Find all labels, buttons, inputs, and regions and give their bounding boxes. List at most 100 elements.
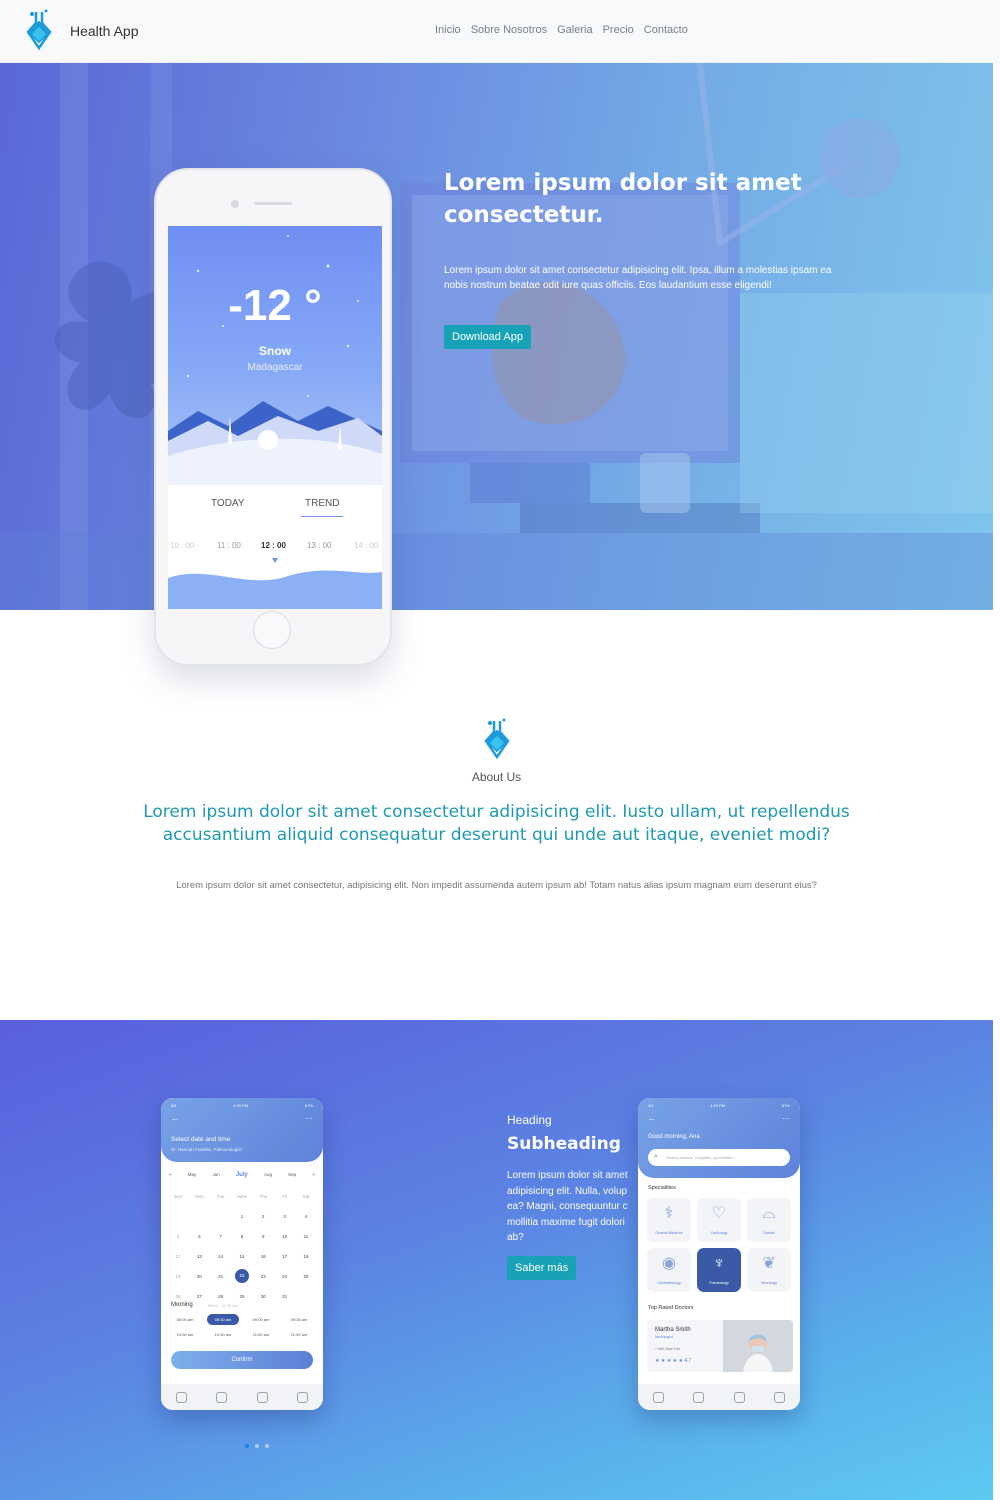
search-input[interactable]: ⌕ Search doctors, hospitals, specialitie… — [648, 1149, 790, 1166]
nav-link-inicio[interactable]: Inicio — [435, 24, 461, 36]
day-cell[interactable]: 16 — [256, 1254, 270, 1259]
day-cell[interactable]: 21 — [214, 1274, 228, 1279]
speciality-pneumology[interactable]: ♆ Pneumology — [697, 1248, 741, 1292]
nav-link-precio[interactable]: Precio — [603, 24, 634, 36]
day-cell[interactable]: 5 — [171, 1234, 185, 1239]
speciality-neurology[interactable]: ❦ Neurology — [747, 1248, 791, 1292]
feature-subheading: Subheading — [507, 1134, 621, 1154]
profile-icon[interactable] — [297, 1391, 309, 1403]
more-icon[interactable]: ··· — [782, 1114, 790, 1123]
hour-list: 10 : 00 11 : 00 12 : 00 13 : 00 14 : 00 — [168, 541, 382, 553]
morning-range: 08:00 - 11:30 am — [208, 1303, 238, 1308]
day-cell[interactable]: 10 — [278, 1234, 292, 1239]
calendar-icon[interactable] — [693, 1391, 705, 1403]
confirm-button[interactable]: Confirm — [171, 1351, 313, 1369]
calendar-icon[interactable] — [216, 1391, 228, 1403]
nav-link-sobre-nosotros[interactable]: Sobre Nosotros — [471, 24, 547, 36]
carousel-dot[interactable] — [255, 1444, 259, 1448]
home-icon[interactable] — [652, 1391, 664, 1403]
weekday-label: Tue — [216, 1193, 225, 1199]
month-item-selected[interactable]: July — [236, 1172, 248, 1178]
day-cell[interactable]: 28 — [214, 1294, 228, 1299]
time-slot[interactable]: 11:30 am — [283, 1329, 315, 1340]
brand[interactable]: Health App — [20, 8, 139, 54]
hour-item[interactable]: 11 : 00 — [217, 541, 241, 550]
specialities-grid: ⚕ General Medicine ♡ Cardiology ⌓ Dentist ◉… — [647, 1198, 793, 1292]
time-slot[interactable]: 09:30 am — [283, 1314, 315, 1325]
speciality-cardiology[interactable]: ♡ Cardiology — [697, 1198, 741, 1242]
tab-today[interactable]: TODAY — [211, 498, 245, 509]
time-slot-selected[interactable]: 08:30 am — [207, 1314, 239, 1325]
month-item[interactable]: Aug — [264, 1172, 272, 1178]
month-selector: < May Jun July Aug Sep > — [169, 1172, 315, 1178]
download-app-button[interactable]: Download App — [444, 325, 531, 349]
time-slot[interactable]: 08:00 am — [169, 1314, 201, 1325]
nav-link-contacto[interactable]: Contacto — [644, 24, 688, 36]
speciality-general-medicine[interactable]: ⚕ General Medicine — [647, 1198, 691, 1242]
day-cell[interactable]: 23 — [256, 1274, 270, 1279]
hour-item[interactable]: 14 : 00 — [354, 541, 378, 550]
feature-section — [0, 1020, 993, 1500]
tab-trend[interactable]: TREND — [305, 498, 339, 509]
day-cell[interactable]: 12 — [171, 1254, 185, 1259]
home-icon[interactable] — [175, 1391, 187, 1403]
day-cell[interactable]: 25 — [299, 1274, 313, 1279]
saber-mas-button[interactable]: Saber más — [507, 1256, 577, 1280]
back-arrow-icon[interactable]: ← — [648, 1114, 656, 1123]
day-cell[interactable]: 7 — [214, 1234, 228, 1239]
day-cell[interactable]: 18 — [299, 1254, 313, 1259]
brand-name: Health App — [70, 23, 139, 39]
hour-item-selected[interactable]: 12 : 00 — [261, 541, 286, 550]
nav-link-galeria[interactable]: Galeria — [557, 24, 592, 36]
carousel-dot[interactable] — [245, 1444, 249, 1448]
chat-icon[interactable] — [256, 1391, 268, 1403]
time-slot[interactable]: 09:00 am — [245, 1314, 277, 1325]
day-cell[interactable]: 20 — [192, 1274, 206, 1279]
day-cell[interactable]: 1 — [235, 1214, 249, 1219]
day-cell[interactable]: 14 — [214, 1254, 228, 1259]
day-cell[interactable]: 4 — [299, 1214, 313, 1219]
month-item[interactable]: May — [188, 1172, 197, 1178]
day-cell[interactable]: 3 — [278, 1214, 292, 1219]
search-icon: ⌕ — [654, 1153, 658, 1160]
day-cell[interactable]: 27 — [192, 1294, 206, 1299]
hour-item[interactable]: 10 : 00 — [170, 541, 194, 550]
day-cell[interactable]: 31 — [278, 1294, 292, 1299]
day-cell[interactable]: 11 — [299, 1234, 313, 1239]
month-item[interactable]: Sep — [288, 1172, 296, 1178]
hour-item[interactable]: 13 : 00 — [307, 541, 331, 550]
back-arrow-icon[interactable]: ← — [171, 1114, 179, 1123]
day-cell[interactable]: 26 — [171, 1294, 185, 1299]
next-month-icon[interactable]: > — [312, 1172, 315, 1178]
time-slot[interactable]: 10:00 am — [169, 1329, 201, 1340]
doctor-card[interactable]: Martha Smith Neurologist ⌖ NW, New York … — [647, 1320, 793, 1372]
more-icon[interactable]: ··· — [305, 1114, 313, 1123]
time-slot[interactable]: 11:00 am — [245, 1329, 277, 1340]
prev-month-icon[interactable]: < — [169, 1172, 172, 1178]
speciality-ophthalmology[interactable]: ◉ Ophthalmology — [647, 1248, 691, 1292]
time-slot[interactable]: 10:30 am — [207, 1329, 239, 1340]
day-cell[interactable]: 19 — [171, 1274, 185, 1279]
day-cell[interactable]: 9 — [256, 1234, 270, 1239]
day-cell-selected[interactable]: 22 — [234, 1269, 249, 1283]
flask-logo-icon — [26, 9, 52, 51]
day-cell[interactable]: 30 — [256, 1294, 270, 1299]
day-cell[interactable]: 2 — [256, 1214, 270, 1219]
day-cell[interactable]: 24 — [278, 1274, 292, 1279]
weekday-label: Wed — [237, 1193, 247, 1199]
day-cell[interactable]: 13 — [192, 1254, 206, 1259]
chat-icon[interactable] — [733, 1391, 745, 1403]
bottom-nav — [638, 1384, 800, 1410]
feature-text: Lorem ipsum dolor sit amet adipisicing e… — [507, 1170, 628, 1240]
day-cell[interactable]: 6 — [192, 1234, 206, 1239]
doctor-rating: ★ ★ ★ ★ ★ 4.7 — [655, 1358, 692, 1364]
speciality-dentist[interactable]: ⌓ Dentist — [747, 1198, 791, 1242]
day-cell[interactable]: 29 — [235, 1294, 249, 1299]
day-cell[interactable]: 8 — [235, 1234, 249, 1239]
carousel-dot[interactable] — [265, 1444, 269, 1448]
doctors-phone-mockup: 4G 4:20 PM 67% ← ··· Good morning, Ana ⌕… — [638, 1098, 800, 1410]
profile-icon[interactable] — [774, 1391, 786, 1403]
day-cell[interactable]: 17 — [278, 1254, 292, 1259]
month-item[interactable]: Jun — [212, 1172, 219, 1178]
day-cell[interactable]: 15 — [235, 1254, 249, 1259]
